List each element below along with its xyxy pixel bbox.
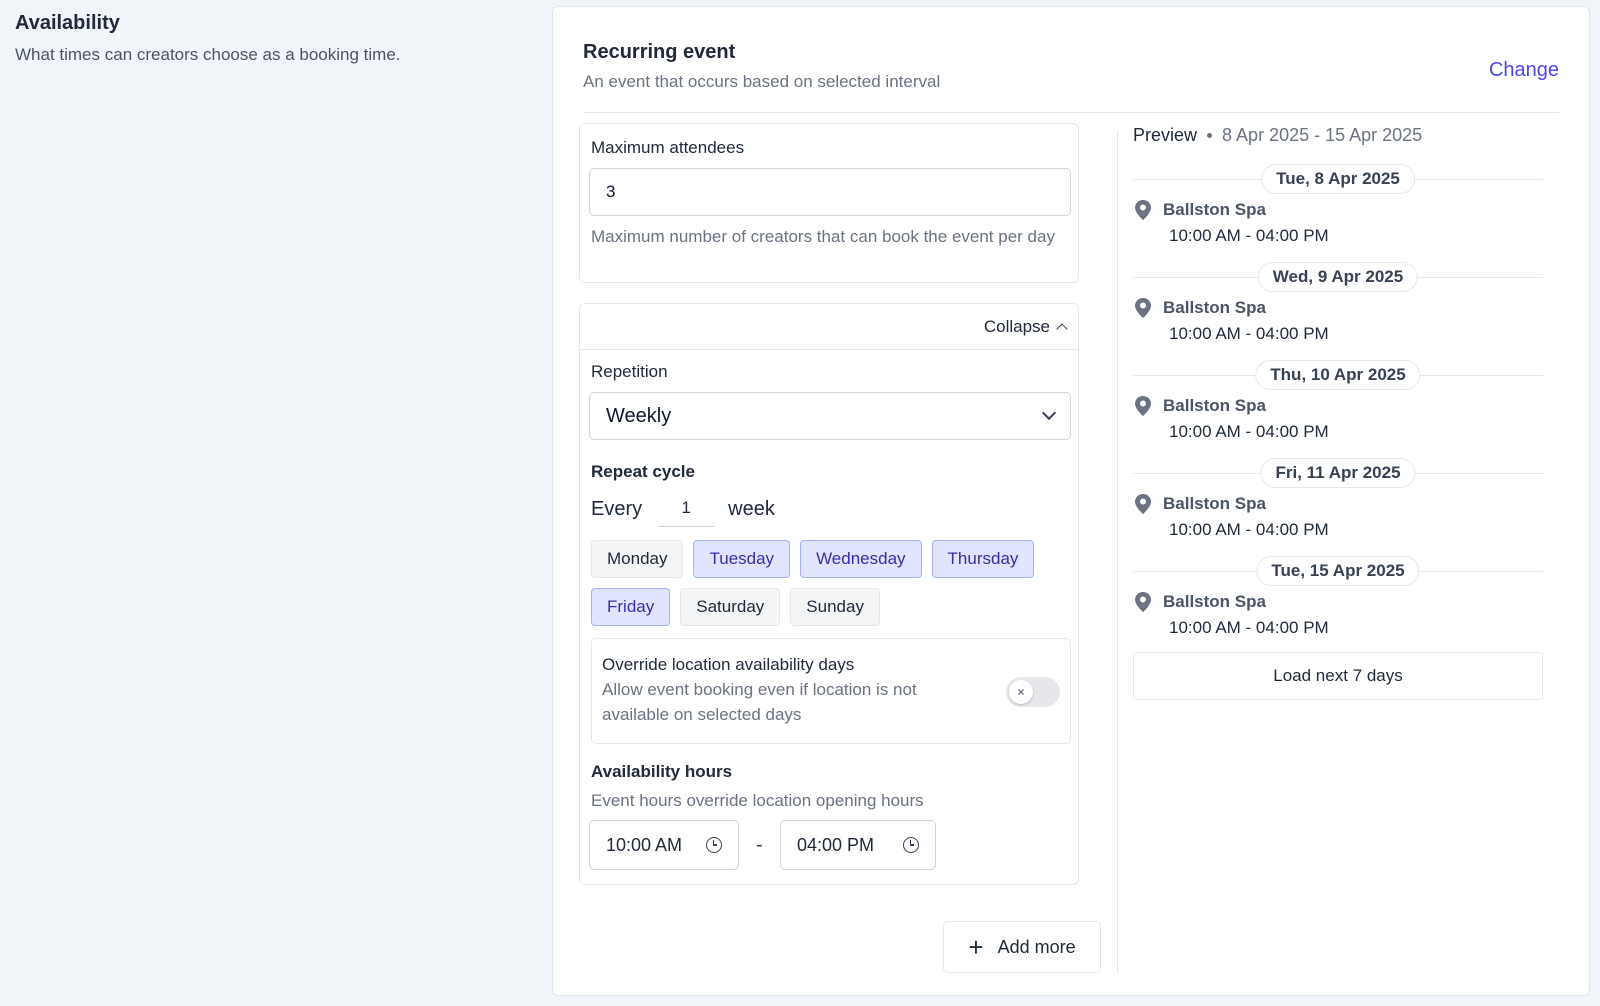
map-pin-icon — [1135, 592, 1151, 612]
override-toggle[interactable]: × — [1006, 677, 1060, 707]
max-attendees-box: Maximum attendees 3 Maximum number of cr… — [579, 123, 1079, 283]
max-attendees-input[interactable]: 3 — [589, 168, 1071, 216]
preview-slot: Ballston Spa 10:00 AM - 04:00 PM — [1133, 200, 1543, 246]
unit-label: week — [728, 498, 775, 520]
preview-location: Ballston Spa — [1163, 592, 1266, 611]
start-time-input[interactable]: 10:00 AM — [589, 820, 739, 870]
card-title: Recurring event — [583, 41, 736, 63]
availability-section-header: Availability What times can creators cho… — [15, 12, 401, 65]
preview-location: Ballston Spa — [1163, 298, 1266, 317]
repeat-cycle-label: Repeat cycle — [591, 462, 695, 481]
preview-date-divider: Thu, 10 Apr 2025 — [1133, 360, 1543, 390]
map-pin-icon — [1135, 396, 1151, 416]
preview-location: Ballston Spa — [1163, 494, 1266, 513]
load-next-days-button[interactable]: Load next 7 days — [1133, 652, 1543, 700]
repetition-value: Weekly — [606, 404, 672, 427]
preview-header: Preview 8 Apr 2025 - 15 Apr 2025 — [1133, 125, 1543, 146]
time-separator: - — [756, 834, 763, 856]
preview-date-divider: Fri, 11 Apr 2025 — [1133, 458, 1543, 488]
override-title: Override location availability days — [602, 655, 855, 674]
clock-icon — [903, 837, 919, 853]
preview-time: 10:00 AM - 04:00 PM — [1169, 520, 1329, 539]
end-time-value: 04:00 PM — [797, 834, 875, 855]
weekday-selector: Monday Tuesday Wednesday Thursday Friday… — [591, 540, 1071, 626]
chevron-up-icon — [1056, 322, 1068, 335]
day-wednesday[interactable]: Wednesday — [800, 540, 922, 578]
map-pin-icon — [1135, 494, 1151, 514]
day-friday[interactable]: Friday — [591, 588, 671, 626]
collapse-label: Collapse — [983, 316, 1050, 336]
repetition-select[interactable]: Weekly — [589, 392, 1071, 440]
start-time-value: 10:00 AM — [606, 834, 683, 855]
preview-location: Ballston Spa — [1163, 396, 1266, 415]
preview-date-divider: Tue, 8 Apr 2025 — [1133, 164, 1543, 194]
collapse-toggle[interactable]: Collapse — [580, 304, 1078, 350]
preview-time: 10:00 AM - 04:00 PM — [1169, 618, 1329, 637]
preview-date-pill: Thu, 10 Apr 2025 — [1255, 360, 1421, 390]
day-monday[interactable]: Monday — [591, 540, 684, 578]
add-more-label: Add more — [997, 936, 1076, 957]
max-attendees-help: Maximum number of creators that can book… — [591, 227, 1055, 246]
map-pin-icon — [1135, 200, 1151, 220]
preview-slot: Ballston Spa 10:00 AM - 04:00 PM — [1133, 592, 1543, 638]
preview-slot: Ballston Spa 10:00 AM - 04:00 PM — [1133, 298, 1543, 344]
bullet-dot — [1207, 133, 1213, 138]
preview-slot: Ballston Spa 10:00 AM - 04:00 PM — [1133, 494, 1543, 540]
plus-icon: + — [968, 932, 984, 962]
card-description: An event that occurs based on selected i… — [583, 72, 941, 91]
every-label: Every — [591, 498, 643, 520]
map-pin-icon — [1135, 298, 1151, 318]
recurring-event-card: Recurring event An event that occurs bas… — [552, 6, 1590, 996]
preview-time: 10:00 AM - 04:00 PM — [1169, 226, 1329, 245]
preview-date-pill: Wed, 9 Apr 2025 — [1257, 262, 1419, 292]
override-location-box: Override location availability days Allo… — [591, 638, 1071, 744]
availability-hours-label: Availability hours — [591, 762, 733, 781]
end-time-input[interactable]: 04:00 PM — [780, 820, 936, 870]
preview-date-divider: Tue, 15 Apr 2025 — [1133, 556, 1543, 586]
preview-slot: Ballston Spa 10:00 AM - 04:00 PM — [1133, 396, 1543, 442]
clock-icon — [706, 837, 722, 853]
max-attendees-label: Maximum attendees — [591, 138, 745, 157]
preview-date-divider: Wed, 9 Apr 2025 — [1133, 262, 1543, 292]
card-header: Recurring event An event that occurs bas… — [583, 41, 1559, 113]
override-description: Allow event booking even if location is … — [602, 680, 917, 724]
preview-date-pill: Fri, 11 Apr 2025 — [1260, 458, 1416, 488]
repeat-cycle-row: Every 1 week — [591, 492, 775, 527]
preview-date-pill: Tue, 8 Apr 2025 — [1261, 164, 1415, 194]
day-sunday[interactable]: Sunday — [790, 588, 880, 626]
section-subtitle: What times can creators choose as a book… — [15, 45, 401, 64]
preview-date-pill: Tue, 15 Apr 2025 — [1256, 556, 1420, 586]
add-more-button[interactable]: + Add more — [943, 921, 1101, 973]
repetition-label: Repetition — [591, 362, 668, 381]
chevron-down-icon — [1041, 405, 1057, 421]
day-thursday[interactable]: Thursday — [931, 540, 1035, 578]
column-divider — [1117, 131, 1118, 973]
day-saturday[interactable]: Saturday — [680, 588, 781, 626]
availability-hours-help: Event hours override location opening ho… — [591, 791, 924, 810]
close-icon: × — [1009, 680, 1033, 704]
preview-location: Ballston Spa — [1163, 200, 1266, 219]
preview-time: 10:00 AM - 04:00 PM — [1169, 422, 1329, 441]
preview-range: 8 Apr 2025 - 15 Apr 2025 — [1222, 125, 1423, 145]
preview-label: Preview — [1133, 125, 1198, 145]
section-title: Availability — [15, 12, 120, 34]
schedule-box: Collapse Repetition Weekly Repeat cycle … — [579, 303, 1079, 885]
change-link[interactable]: Change — [1489, 59, 1559, 82]
preview-panel: Preview 8 Apr 2025 - 15 Apr 2025 Tue, 8 … — [1133, 125, 1543, 700]
day-tuesday[interactable]: Tuesday — [693, 540, 791, 578]
every-interval-input[interactable]: 1 — [658, 492, 715, 527]
preview-time: 10:00 AM - 04:00 PM — [1169, 324, 1329, 343]
